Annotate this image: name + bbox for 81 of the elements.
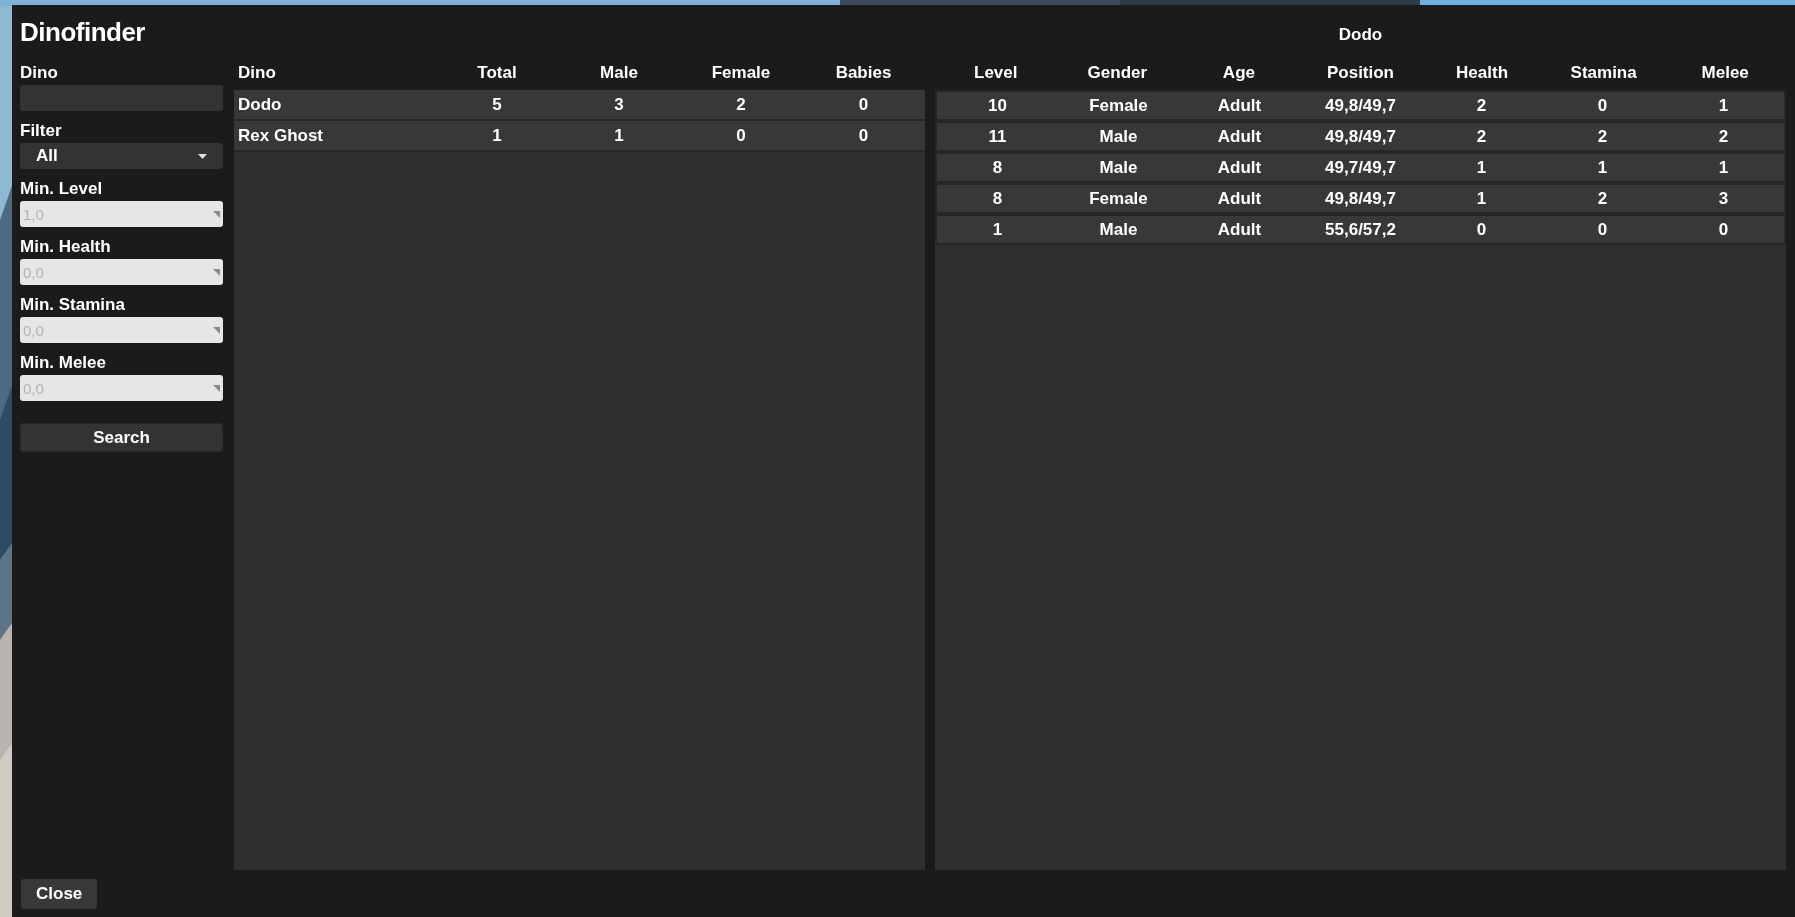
field-label: Filter	[20, 121, 63, 141]
text-field[interactable]	[20, 85, 223, 111]
field-label: Min. Melee	[20, 353, 107, 373]
column-header: Stamina	[1569, 63, 1638, 83]
table-cell-text: 49,8/49,7	[1324, 187, 1397, 210]
table-cell-text: 1	[491, 124, 503, 147]
resize-icon	[213, 211, 220, 218]
table-cell-text: Male	[1098, 125, 1139, 148]
resize-icon	[213, 385, 220, 392]
table-cell-text: 0	[735, 124, 747, 147]
column-header: Melee	[1700, 63, 1750, 83]
table-cell-text: 2	[735, 93, 747, 116]
table-cell-text: Male	[1098, 218, 1139, 241]
table-cell-text: 49,7/49,7	[1324, 156, 1397, 179]
table-cell-text: Female	[1088, 94, 1149, 117]
table-cell-text: Adult	[1216, 218, 1263, 241]
table-row[interactable]: 11 Male Adult 49,8/49,7 2 2 2	[935, 121, 1786, 152]
table-row[interactable]: 8 Female Adult 49,8/49,7 1 2 3	[935, 183, 1786, 214]
table-cell-text: 0	[857, 93, 870, 116]
field-label: Min. Stamina	[20, 295, 126, 315]
table-cell-text: 1	[1596, 156, 1609, 179]
column-header: Dino	[237, 63, 277, 83]
table-row[interactable]: 10 Female Adult 49,8/49,7 2 0 1	[935, 90, 1786, 121]
table-cell-text: Adult	[1216, 156, 1263, 179]
column-header: Total	[476, 63, 518, 83]
column-header: Health	[1455, 63, 1510, 83]
table-cell-text: 5	[491, 93, 503, 116]
table-cell-text: 1	[1717, 156, 1730, 179]
table-cell-text: 1	[1475, 187, 1488, 210]
table-cell-text: 2	[1596, 125, 1609, 148]
table-cell-text: 1	[1717, 94, 1730, 117]
column-header: Age	[1221, 63, 1256, 83]
field-label: Min. Level	[20, 179, 104, 199]
table-cell-text: Female	[1088, 187, 1149, 210]
table-cell-text: 10	[987, 94, 1008, 117]
table-cell-text: 8	[991, 156, 1004, 179]
window-title: Dinofinder	[20, 16, 146, 49]
column-header: Gender	[1086, 63, 1149, 83]
table-cell-text: Adult	[1216, 125, 1263, 148]
resize-icon	[213, 269, 220, 276]
resize-icon	[213, 327, 220, 334]
column-header: Position	[1325, 63, 1395, 83]
table-cell-text: 0	[857, 124, 870, 147]
table-cell-text: 49,8/49,7	[1324, 94, 1397, 117]
table-cell-text: 3	[1717, 187, 1730, 210]
table-row[interactable]: Rex Ghost 1 1 0 0	[234, 121, 925, 152]
table-cell-text: Male	[1098, 156, 1139, 179]
table-cell-text: Dodo	[237, 93, 283, 116]
table-cell-text: 55,6/57,2	[1324, 218, 1397, 241]
table-row[interactable]: Dodo 5 3 2 0	[234, 90, 925, 121]
table-cell-text: 1	[1475, 156, 1488, 179]
caret-icon	[198, 153, 207, 159]
table-row[interactable]: 1 Male Adult 55,6/57,2 0 0 0	[935, 214, 1786, 245]
close-button[interactable]: Close	[21, 878, 98, 909]
table-cell-text: 11	[987, 125, 1008, 148]
table-cell-text: Rex Ghost	[237, 124, 325, 147]
column-header: Male	[599, 63, 639, 83]
filter-dropdown[interactable]: All	[20, 143, 223, 169]
table-cell-text: 0	[1475, 218, 1488, 241]
table-cell-text: 2	[1475, 125, 1488, 148]
table-cell-text: 8	[991, 187, 1004, 210]
field-label: Min. Health	[20, 237, 112, 257]
search-button[interactable]: Search	[20, 423, 223, 452]
table-cell-text: 2	[1596, 187, 1609, 210]
table-cell-text: 49,8/49,7	[1324, 125, 1397, 148]
table-cell-text: Adult	[1216, 94, 1263, 117]
column-header: Babies	[834, 63, 893, 83]
column-header: Level	[973, 63, 1019, 83]
table-row[interactable]: 8 Male Adult 49,7/49,7 1 1 1	[935, 152, 1786, 183]
table-cell-text: 3	[613, 93, 625, 116]
detail-title: Dodo	[1337, 25, 1384, 46]
table-cell-text: 2	[1475, 94, 1488, 117]
table-cell-text: 0	[1596, 218, 1609, 241]
field-label: Dino	[20, 63, 59, 83]
table-cell-text: 1	[991, 218, 1004, 241]
column-header: Female	[710, 63, 772, 83]
table-cell-text: 1	[613, 124, 625, 147]
table-cell-text: 2	[1717, 125, 1730, 148]
table-cell-text: 0	[1717, 218, 1730, 241]
table-cell-text: 0	[1596, 94, 1609, 117]
table-cell-text: Adult	[1216, 187, 1263, 210]
